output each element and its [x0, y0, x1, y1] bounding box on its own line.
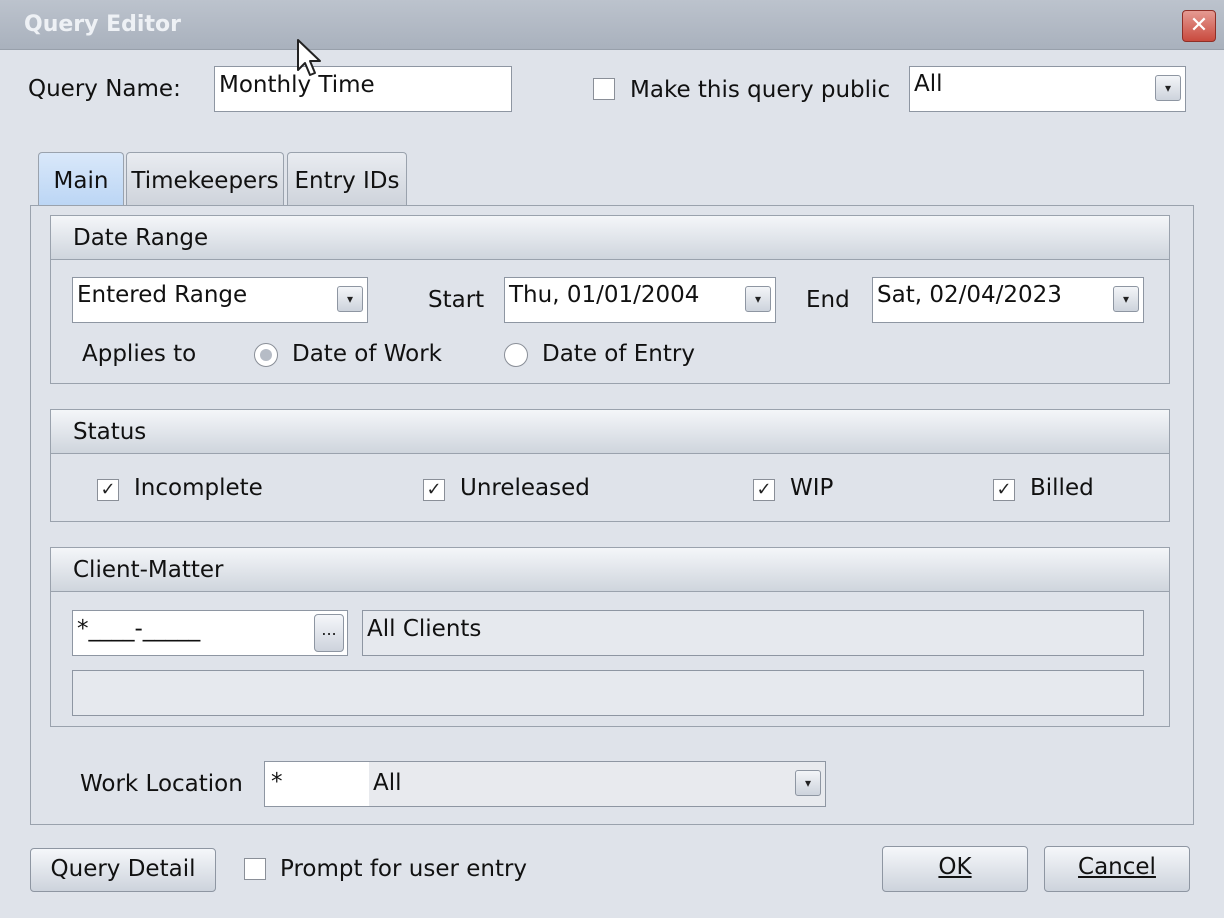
- public-scope-select[interactable]: All ▾: [909, 66, 1186, 112]
- prompt-user-entry-checkbox[interactable]: [244, 858, 266, 880]
- range-type-select[interactable]: Entered Range ▾: [72, 277, 368, 323]
- chevron-down-icon: ▾: [1155, 75, 1181, 101]
- title-bar: [0, 0, 1224, 50]
- start-date-picker[interactable]: Thu, 01/01/2004 ▾: [504, 277, 776, 323]
- window-title: Query Editor: [24, 12, 181, 37]
- incomplete-label: Incomplete: [134, 475, 263, 501]
- applies-to-label: Applies to: [82, 341, 197, 367]
- work-location-name: All: [373, 770, 402, 796]
- prompt-user-entry-label: Prompt for user entry: [280, 856, 528, 882]
- chevron-down-icon: ▾: [1113, 286, 1139, 312]
- query-name-label: Query Name:: [28, 76, 181, 102]
- work-location-select[interactable]: * All ▾: [264, 761, 826, 807]
- chevron-down-icon: ▾: [337, 286, 363, 312]
- make-public-checkbox[interactable]: [593, 78, 615, 100]
- client-matter-heading: Client-Matter: [51, 548, 1169, 592]
- date-of-work-radio[interactable]: [254, 343, 278, 367]
- wip-label: WIP: [790, 475, 834, 501]
- start-date-value: Thu, 01/01/2004: [509, 282, 700, 308]
- unreleased-checkbox[interactable]: ✓: [423, 479, 445, 501]
- billed-label: Billed: [1030, 475, 1094, 501]
- date-of-work-label: Date of Work: [292, 341, 443, 367]
- tab-entry-ids[interactable]: Entry IDs: [287, 152, 407, 208]
- end-label: End: [806, 287, 850, 313]
- wip-checkbox[interactable]: ✓: [753, 479, 775, 501]
- start-label: Start: [428, 287, 485, 313]
- close-icon: ✕: [1189, 13, 1209, 38]
- cancel-button[interactable]: Cancel: [1044, 846, 1190, 892]
- query-name-input[interactable]: Monthly Time: [214, 66, 512, 112]
- billed-checkbox[interactable]: ✓: [993, 479, 1015, 501]
- client-matter-input[interactable]: *____-_____: [72, 610, 348, 656]
- date-of-entry-radio[interactable]: [504, 343, 528, 367]
- make-public-label: Make this query public: [630, 77, 891, 103]
- status-heading: Status: [51, 410, 1169, 454]
- date-range-heading: Date Range: [51, 216, 1169, 260]
- chevron-down-icon: ▾: [745, 286, 771, 312]
- chevron-down-icon: ▾: [795, 770, 821, 796]
- range-type-value: Entered Range: [77, 282, 248, 308]
- status-group: Status: [50, 409, 1170, 522]
- close-button[interactable]: ✕: [1182, 10, 1216, 42]
- client-description-field: All Clients: [362, 610, 1144, 656]
- client-matter-mask: *____-_____: [77, 616, 201, 642]
- unreleased-label: Unreleased: [460, 475, 590, 501]
- end-date-picker[interactable]: Sat, 02/04/2023 ▾: [872, 277, 1144, 323]
- end-date-value: Sat, 02/04/2023: [877, 282, 1062, 308]
- client-matter-browse-button[interactable]: ...: [314, 614, 344, 652]
- mouse-cursor-icon: [297, 39, 321, 76]
- ok-button[interactable]: OK: [882, 846, 1028, 892]
- work-location-code: *: [265, 762, 369, 806]
- incomplete-checkbox[interactable]: ✓: [97, 479, 119, 501]
- matter-description-field: [72, 670, 1144, 716]
- query-detail-button[interactable]: Query Detail: [30, 848, 216, 892]
- tab-main[interactable]: Main: [38, 152, 124, 210]
- tab-timekeepers[interactable]: Timekeepers: [126, 152, 284, 208]
- date-of-entry-label: Date of Entry: [542, 341, 695, 367]
- work-location-label: Work Location: [80, 771, 243, 797]
- public-scope-value: All: [914, 71, 943, 97]
